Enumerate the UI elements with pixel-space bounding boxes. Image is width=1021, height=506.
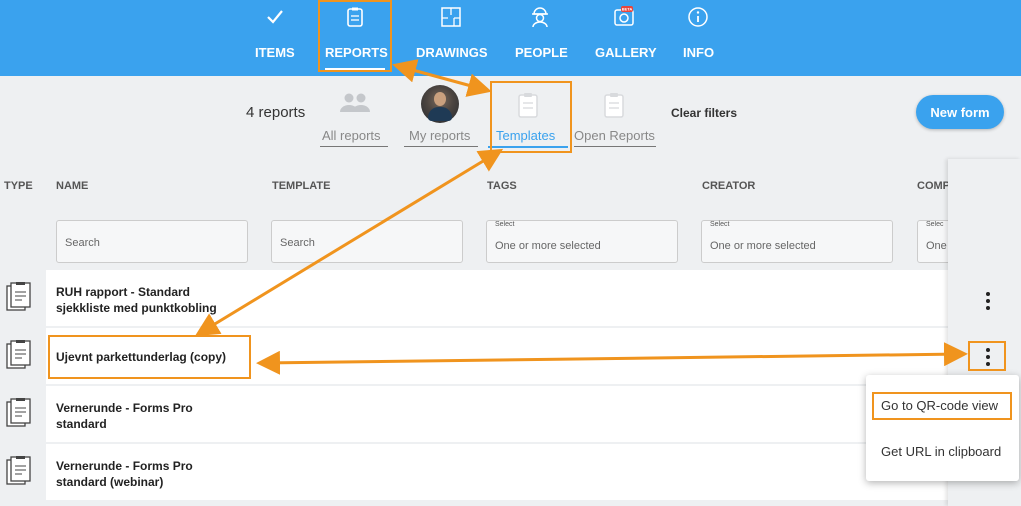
report-type-icon: [6, 398, 32, 430]
filter-label: All reports: [322, 128, 381, 143]
worker-icon: [529, 6, 551, 28]
clear-filters-link[interactable]: Clear filters: [671, 106, 737, 120]
column-header-name[interactable]: NAME: [56, 180, 88, 192]
filter-templates[interactable]: Templates: [488, 88, 568, 148]
nav-items[interactable]: ITEMS: [252, 0, 298, 76]
filter-all-reports[interactable]: All reports: [320, 88, 388, 148]
nav-people[interactable]: PEOPLE: [512, 0, 568, 76]
nav-gallery[interactable]: BETA GALLERY: [592, 0, 657, 76]
open-report-icon: [604, 92, 624, 123]
template-icon: [518, 92, 538, 123]
row-name[interactable]: Ujevnt parkettunderlag (copy): [56, 349, 226, 365]
filter-my-reports[interactable]: My reports: [404, 85, 478, 148]
column-header-type[interactable]: TYPE: [4, 180, 33, 192]
filter-label: My reports: [409, 128, 471, 143]
row-name[interactable]: Vernerunde - Forms Pro standard: [56, 400, 193, 432]
search-placeholder: Search: [280, 237, 315, 249]
nav-label: PEOPLE: [515, 45, 568, 60]
report-type-icon: [6, 340, 32, 372]
column-header-tags[interactable]: TAGS: [487, 180, 517, 192]
filter-label: Open Reports: [574, 128, 655, 143]
checkmark-icon: [264, 6, 286, 28]
row-name[interactable]: Vernerunde - Forms Pro standard (webinar…: [56, 458, 193, 490]
select-label: Select: [495, 221, 515, 228]
report-type-icon: [6, 456, 32, 488]
nav-label: INFO: [683, 45, 715, 60]
nav-label: GALLERY: [595, 45, 657, 60]
column-header-creator[interactable]: CREATOR: [702, 180, 755, 192]
new-form-button[interactable]: New form: [916, 95, 1004, 129]
filter-underline: [574, 146, 656, 147]
column-header-template[interactable]: TEMPLATE: [272, 180, 330, 192]
beta-badge: BETA: [622, 7, 633, 12]
more-options-icon[interactable]: [979, 346, 997, 368]
select-label: Selec: [926, 221, 944, 228]
select-value: One: [926, 240, 947, 252]
filter-underline: [320, 146, 388, 147]
top-nav: ITEMS REPORTS DRAWINGS PEOPLE BETA GALLE…: [0, 0, 1021, 76]
nav-label: REPORTS: [325, 45, 388, 60]
filter-open-reports[interactable]: Open Reports: [574, 88, 656, 148]
filter-underline: [488, 146, 568, 148]
report-count: 4 reports: [246, 104, 306, 121]
select-value: One or more selected: [495, 240, 601, 252]
template-search-input[interactable]: Search: [271, 220, 463, 263]
report-type-icon: [6, 282, 32, 314]
people-icon: [339, 92, 371, 119]
camera-icon: BETA: [613, 6, 635, 28]
filter-underline: [404, 146, 478, 147]
search-placeholder: Search: [65, 237, 100, 249]
menu-item-copy-url[interactable]: Get URL in clipboard: [881, 444, 1001, 459]
row-name[interactable]: RUH rapport - Standard sjekkliste med pu…: [56, 284, 217, 316]
info-icon: [687, 6, 709, 28]
floorplan-icon: [440, 6, 462, 28]
menu-item-qr-code-view[interactable]: Go to QR-code view: [881, 398, 998, 413]
select-label: Select: [710, 221, 730, 228]
name-search-input[interactable]: Search: [56, 220, 248, 263]
avatar: [421, 85, 459, 123]
tags-select[interactable]: Select One or more selected: [486, 220, 678, 263]
column-header-comp[interactable]: COMP: [917, 180, 950, 192]
nav-reports[interactable]: REPORTS: [319, 0, 391, 76]
nav-label: ITEMS: [255, 45, 295, 60]
nav-drawings[interactable]: DRAWINGS: [414, 0, 488, 76]
creator-select[interactable]: Select One or more selected: [701, 220, 893, 263]
more-options-icon[interactable]: [979, 290, 997, 312]
nav-info[interactable]: INFO: [680, 0, 716, 76]
clipboard-icon: [344, 6, 366, 28]
nav-label: DRAWINGS: [416, 45, 488, 60]
row-context-menu: Go to QR-code view Get URL in clipboard: [866, 375, 1019, 481]
select-value: One or more selected: [710, 240, 816, 252]
filter-label: Templates: [496, 128, 556, 143]
